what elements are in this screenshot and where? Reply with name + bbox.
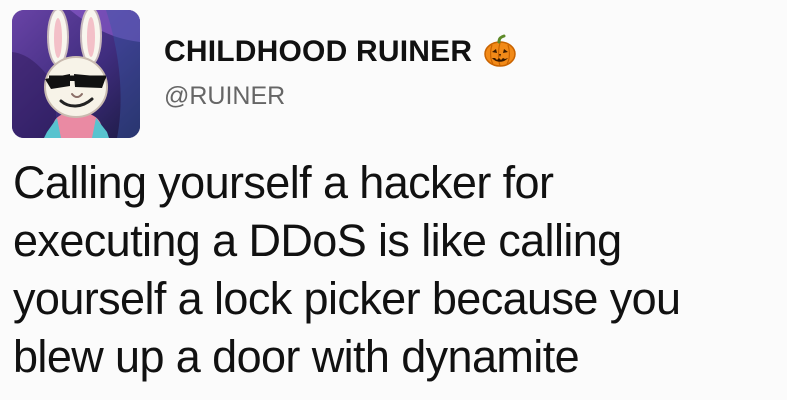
rabbit-avatar-icon: [12, 10, 140, 138]
tweet-body-line: executing a DDoS is like calling: [13, 215, 622, 266]
tweet-body-line: blew up a door with dynamite: [13, 331, 580, 382]
tweet-header: CHILDHOOD RUINER @RUINER: [12, 10, 769, 138]
tweet-body: Calling yourself a hacker for executing …: [12, 154, 769, 386]
display-name-row: CHILDHOOD RUINER: [164, 30, 518, 74]
profile-avatar[interactable]: [12, 10, 140, 138]
author-meta: CHILDHOOD RUINER @RUINER: [164, 10, 518, 109]
jack-o-lantern-icon: [482, 34, 518, 70]
user-handle[interactable]: @RUINER: [164, 84, 518, 109]
display-name[interactable]: CHILDHOOD RUINER: [164, 37, 472, 67]
tweet-body-line: Calling yourself a hacker for: [13, 157, 554, 208]
tweet-body-line: yourself a lock picker because you: [13, 273, 681, 324]
tweet-card: CHILDHOOD RUINER @RUINER Calling yoursel…: [0, 0, 787, 400]
